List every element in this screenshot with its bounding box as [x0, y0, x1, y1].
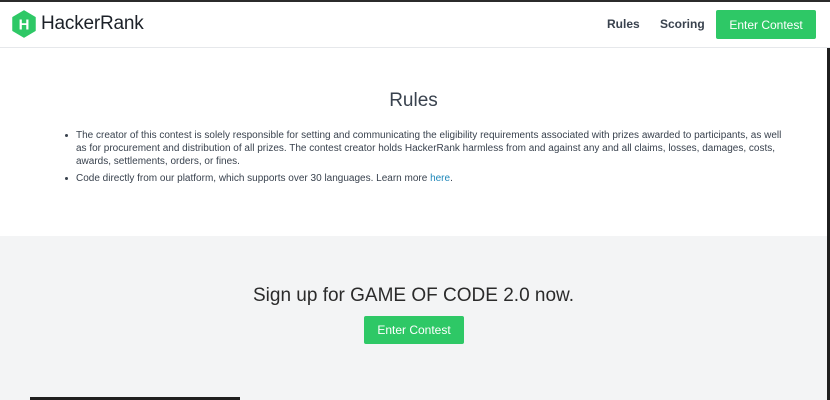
- signup-enter-contest-button[interactable]: Enter Contest: [364, 316, 464, 344]
- rules-section: Rules The creator of this contest is sol…: [0, 49, 827, 236]
- rules-item-text: Code directly from our platform, which s…: [76, 173, 431, 184]
- hackerrank-hex-icon: H: [12, 10, 36, 38]
- signup-title: Sign up for GAME OF CODE 2.0 now.: [252, 285, 574, 306]
- logo-text: HackerRank: [41, 13, 144, 34]
- rules-item: Code directly from our platform, which s…: [64, 172, 784, 185]
- rules-item: The creator of this contest is solely re…: [64, 129, 784, 168]
- nav-scoring-link[interactable]: Scoring: [660, 17, 705, 31]
- logo-letter: H: [19, 17, 30, 34]
- rules-list: The creator of this contest is solely re…: [64, 129, 784, 189]
- signup-section: Sign up for GAME OF CODE 2.0 now. Enter …: [0, 236, 827, 400]
- rules-item-period: .: [450, 173, 453, 184]
- hackerrank-logo[interactable]: H HackerRank: [12, 10, 144, 38]
- page: H HackerRank Rules Scoring Enter Contest…: [0, 0, 830, 400]
- header-enter-contest-button[interactable]: Enter Contest: [716, 10, 816, 39]
- rules-item-text: The creator of this contest is solely re…: [76, 130, 782, 167]
- learn-more-link[interactable]: here: [430, 173, 450, 184]
- header: H HackerRank Rules Scoring Enter Contest: [0, 2, 830, 48]
- nav-rules-link[interactable]: Rules: [607, 17, 640, 31]
- rules-title: Rules: [389, 90, 438, 111]
